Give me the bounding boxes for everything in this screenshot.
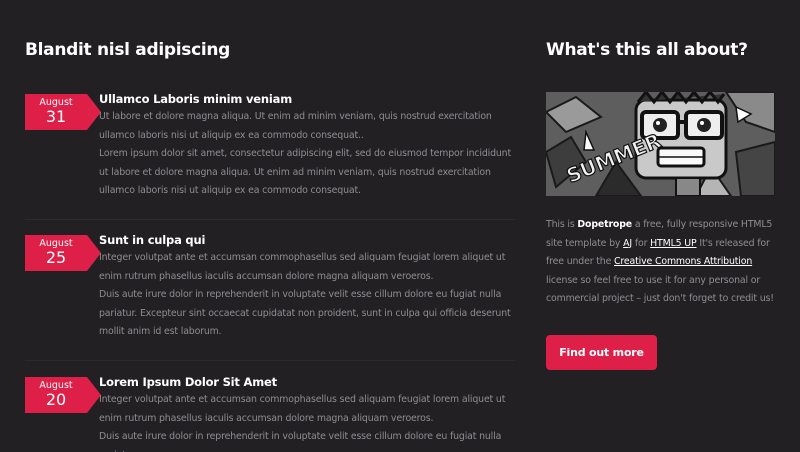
date-day: 20 bbox=[45, 390, 67, 409]
post-body: Integer volutpat ante et accumsan commop… bbox=[99, 249, 515, 342]
post-title-link[interactable]: Sunt in culpa qui bbox=[99, 233, 205, 247]
about-text: This is Dopetrope a free, fully responsi… bbox=[546, 216, 776, 309]
post-body: Ut labore et dolore magna aliqua. Ut eni… bbox=[99, 108, 515, 201]
post-paragraph: Integer volutpat ante et accumsan commop… bbox=[99, 394, 506, 424]
license-link[interactable]: Creative Commons Attribution bbox=[614, 256, 752, 267]
feature-illustration: SUMMER bbox=[546, 92, 775, 196]
post-paragraph: Integer volutpat ante et accumsan commop… bbox=[99, 252, 506, 282]
section-heading: Blandit nisl adipiscing bbox=[25, 40, 231, 60]
about-text-part: license so feel free to use it for any p… bbox=[546, 274, 774, 305]
sidebar-heading: What's this all about? bbox=[546, 40, 748, 60]
date-month: August bbox=[39, 238, 73, 249]
find-out-more-button[interactable]: Find out more bbox=[546, 335, 657, 370]
date-month: August bbox=[39, 97, 73, 108]
post-body: Integer volutpat ante et accumsan commop… bbox=[99, 391, 515, 452]
illustration-art: SUMMER bbox=[546, 92, 775, 196]
post-title-link[interactable]: Ullamco Laboris minim veniam bbox=[99, 92, 292, 106]
post-title-link[interactable]: Lorem Ipsum Dolor Sit Amet bbox=[99, 375, 277, 389]
date-badge: August 31 bbox=[25, 94, 101, 130]
about-text-part: for bbox=[632, 237, 651, 249]
about-text-part: This is bbox=[546, 219, 578, 230]
date-badge: August 20 bbox=[25, 377, 101, 413]
post-divider bbox=[25, 360, 515, 361]
post-paragraph: Duis aute irure dolor in reprehenderit i… bbox=[99, 431, 502, 452]
post-paragraph: Lorem ipsum dolor sit amet, consectetur … bbox=[99, 148, 511, 197]
post-paragraph: Ut labore et dolore magna aliqua. Ut eni… bbox=[99, 111, 492, 141]
post-paragraph: Duis aute irure dolor in reprehenderit i… bbox=[99, 289, 511, 338]
html5up-link[interactable]: HTML5 UP bbox=[650, 238, 697, 249]
date-badge: August 25 bbox=[25, 235, 101, 271]
author-link[interactable]: AJ bbox=[623, 238, 632, 249]
post-divider bbox=[25, 219, 515, 220]
date-day: 25 bbox=[45, 248, 67, 267]
date-day: 31 bbox=[45, 107, 67, 126]
date-month: August bbox=[39, 380, 73, 391]
brand-name: Dopetrope bbox=[577, 219, 632, 230]
